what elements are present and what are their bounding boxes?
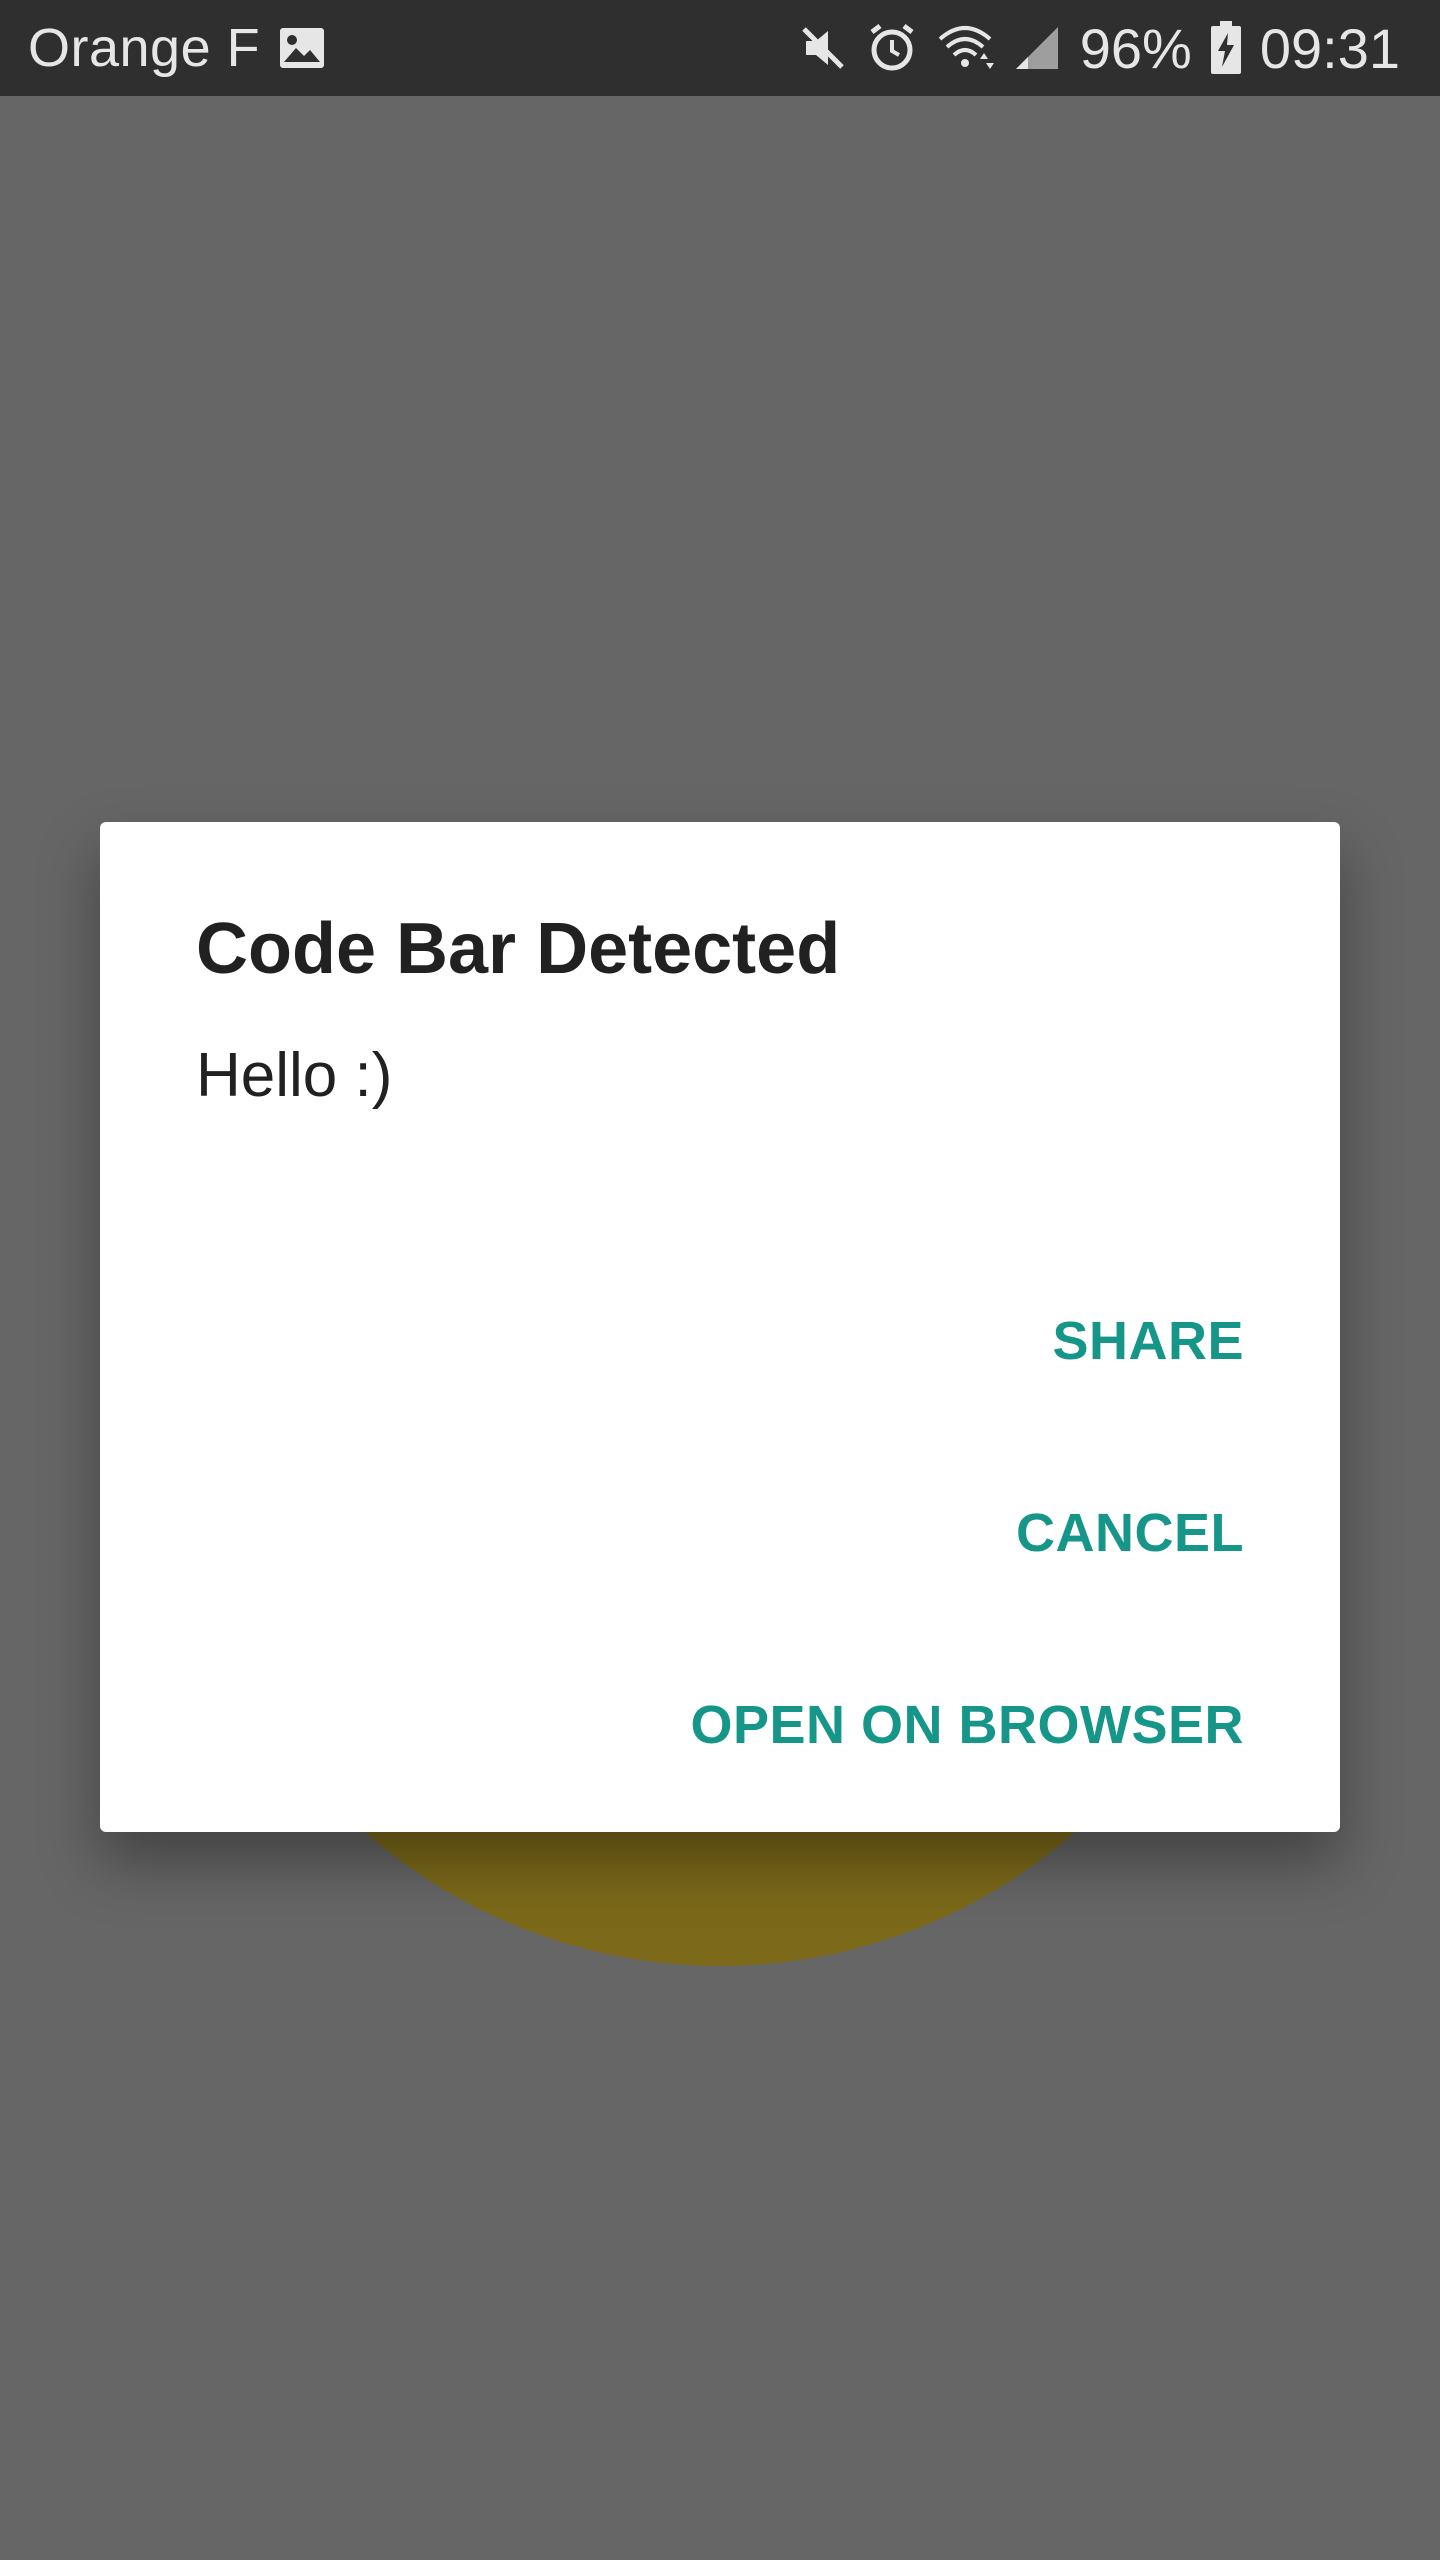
battery-percent: 96%: [1079, 16, 1192, 80]
signal-icon: [1012, 23, 1062, 73]
status-left: Orange F: [28, 0, 326, 96]
status-right: 96% 09:31: [798, 0, 1400, 96]
battery-charging-icon: [1210, 21, 1242, 75]
code-bar-dialog: Code Bar Detected Hello :) SHARE CANCEL …: [100, 822, 1340, 1832]
wifi-icon: [936, 23, 994, 73]
cancel-button[interactable]: CANCEL: [1016, 1502, 1244, 1564]
image-icon: [278, 26, 326, 70]
open-on-browser-button[interactable]: OPEN ON BROWSER: [690, 1694, 1244, 1756]
alarm-icon: [866, 22, 918, 74]
share-button[interactable]: SHARE: [1052, 1310, 1244, 1372]
carrier-label: Orange F: [28, 18, 261, 78]
status-bar: Orange F 96% 09:31: [0, 0, 1440, 96]
mute-icon: [798, 23, 848, 73]
dialog-title: Code Bar Detected: [196, 909, 841, 989]
clock: 09:31: [1259, 16, 1400, 80]
dialog-message: Hello :): [196, 1041, 393, 1110]
